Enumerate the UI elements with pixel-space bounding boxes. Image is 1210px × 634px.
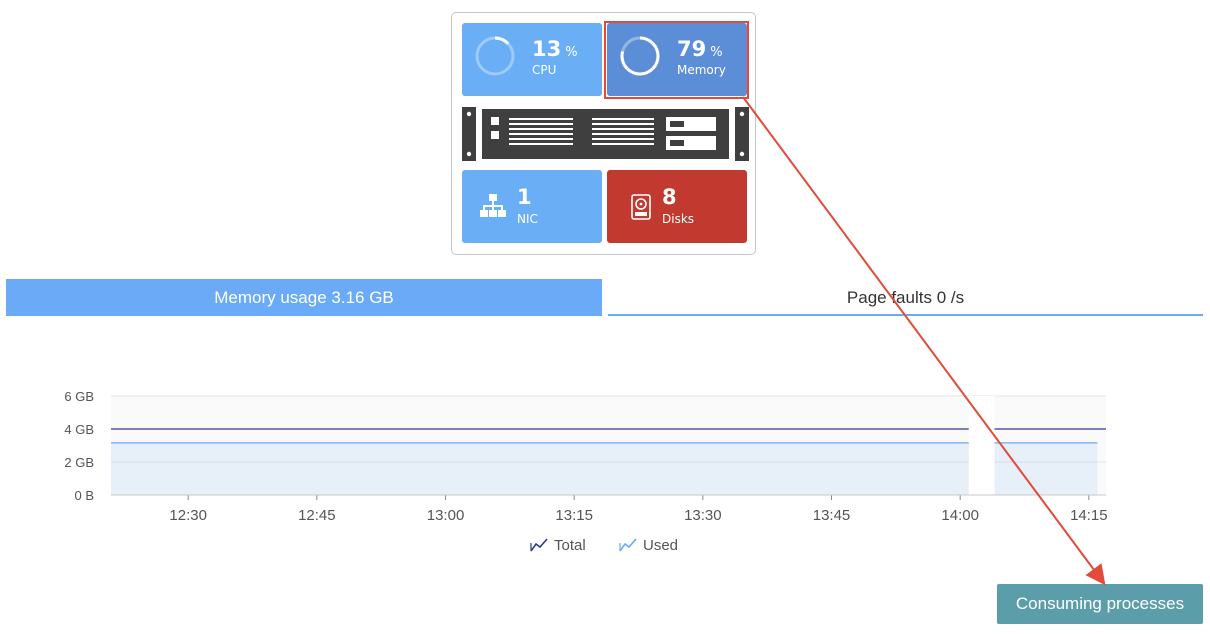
y-tick-label: 0 B xyxy=(74,488,94,503)
nic-tile[interactable]: 1 NIC xyxy=(462,170,602,243)
y-tick-label: 4 GB xyxy=(64,422,94,437)
series-area-used xyxy=(111,442,969,495)
x-tick-label: 13:00 xyxy=(427,507,465,524)
legend-item-total[interactable]: Total xyxy=(530,537,586,554)
x-tick-label: 12:45 xyxy=(298,507,336,524)
legend-label-total: Total xyxy=(554,537,586,554)
host-overview-card: 13% CPU 79% Memory 1 NIC 8 Disks xyxy=(451,12,756,255)
series-area-used xyxy=(994,442,1098,495)
cpu-ring-icon xyxy=(475,36,515,76)
tab-memory-usage[interactable]: Memory usage 3.16 GB xyxy=(6,279,602,316)
disk-icon xyxy=(631,194,651,220)
line-chart-icon xyxy=(530,538,548,552)
x-tick-label: 14:15 xyxy=(1070,507,1108,524)
disks-tile[interactable]: 8 Disks xyxy=(607,170,747,243)
memory-tile[interactable]: 79% Memory xyxy=(607,23,747,96)
memory-ring-icon xyxy=(620,36,660,76)
consuming-processes-button[interactable]: Consuming processes xyxy=(997,584,1203,624)
disks-label: Disks xyxy=(662,212,695,226)
memory-value: 79% xyxy=(677,37,723,61)
legend-item-used[interactable]: Used xyxy=(619,537,678,554)
data-gap xyxy=(968,396,995,499)
network-icon xyxy=(480,194,506,217)
memory-usage-chart: 6 GB 4 GB 2 GB 0 B 12:30 12:45 13:00 13:15 13:30… xyxy=(64,389,1108,524)
nic-value: 1 xyxy=(517,185,532,209)
cpu-tile[interactable]: 13% CPU xyxy=(462,23,602,96)
x-tick-label: 13:45 xyxy=(813,507,851,524)
server-icon xyxy=(462,107,749,161)
memory-label: Memory xyxy=(677,63,726,77)
y-tick-label: 2 GB xyxy=(64,455,94,470)
x-tick-label: 14:00 xyxy=(941,507,979,524)
cpu-label: CPU xyxy=(532,63,557,77)
y-tick-label: 6 GB xyxy=(64,389,94,404)
x-tick-label: 13:30 xyxy=(684,507,722,524)
nic-label: NIC xyxy=(517,212,538,226)
disks-value: 8 xyxy=(662,185,677,209)
x-tick-label: 12:30 xyxy=(169,507,207,524)
x-tick-label: 13:15 xyxy=(555,507,593,524)
line-chart-icon xyxy=(619,538,637,552)
legend-label-used: Used xyxy=(643,537,679,554)
tab-page-faults[interactable]: Page faults 0 /s xyxy=(608,279,1203,316)
cpu-value: 13% xyxy=(532,37,578,61)
